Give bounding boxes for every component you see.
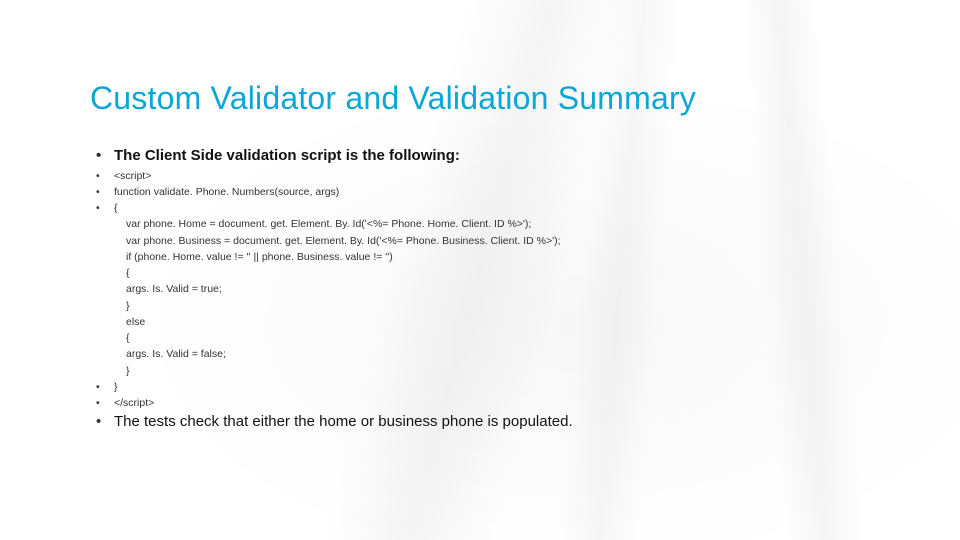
- code-open-brace-text: {: [114, 202, 118, 214]
- outro-bullet: The tests check that either the home or …: [90, 411, 960, 434]
- code-close-tag: </script>: [90, 395, 960, 411]
- code-close-brace: }: [90, 379, 960, 395]
- body-list: The Client Side validation script is the…: [90, 145, 960, 434]
- code-fn-decl: function validate. Phone. Numbers(source…: [90, 184, 960, 200]
- code-open-brace: { var phone. Home = document. get. Eleme…: [90, 200, 960, 379]
- intro-bullet: The Client Side validation script is the…: [90, 145, 960, 168]
- code-inner-block: var phone. Home = document. get. Element…: [114, 216, 960, 379]
- slide: Custom Validator and Validation Summary …: [0, 0, 960, 540]
- code-open-tag: <script>: [90, 168, 960, 184]
- slide-title: Custom Validator and Validation Summary: [90, 80, 960, 117]
